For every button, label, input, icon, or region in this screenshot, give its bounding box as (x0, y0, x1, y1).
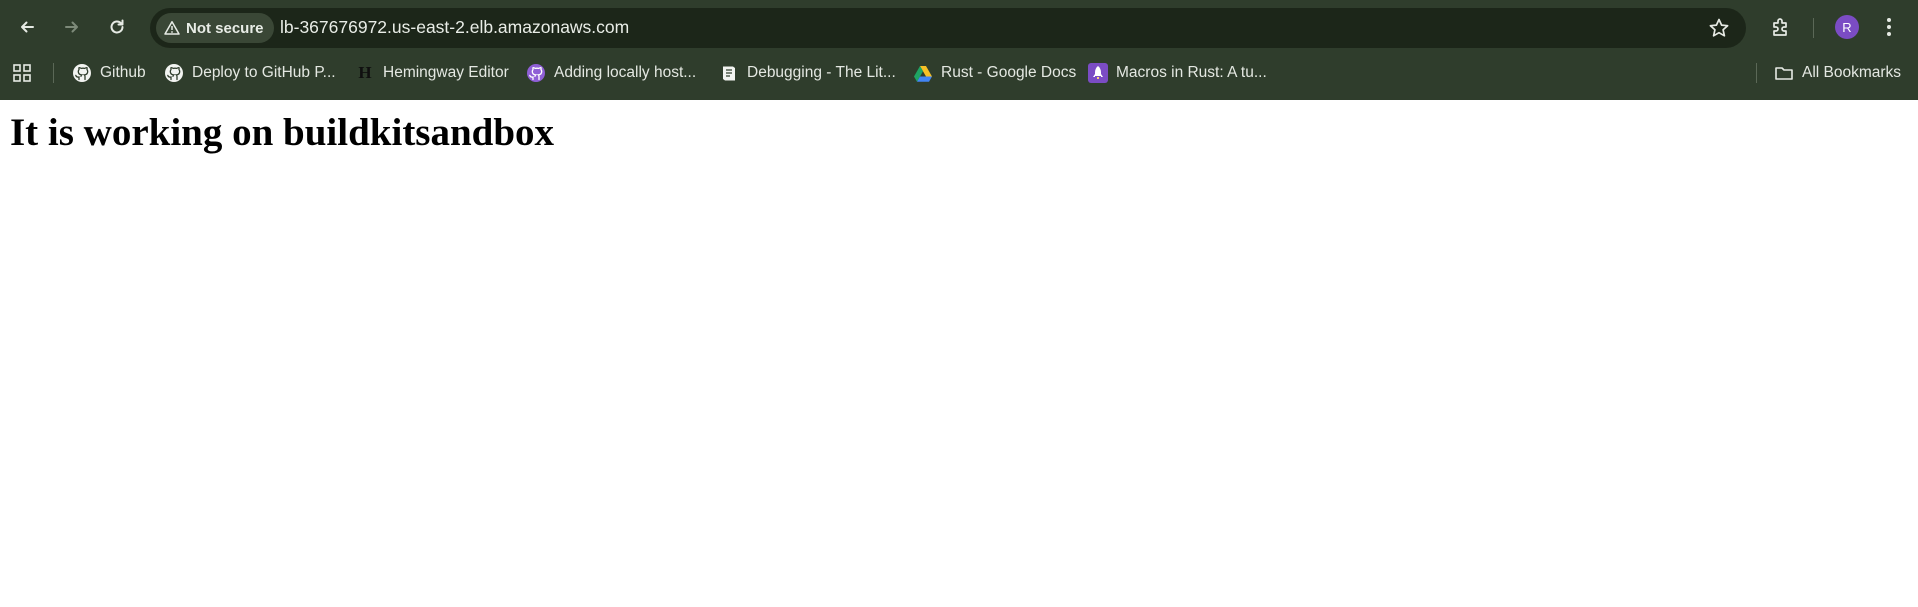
bookmark-label: Hemingway Editor (383, 64, 509, 81)
profile-button[interactable]: R (1830, 10, 1864, 44)
apps-button[interactable] (12, 59, 32, 87)
all-bookmarks-button[interactable]: All Bookmarks (1774, 59, 1901, 87)
rocket-icon (1088, 63, 1108, 83)
address-bar[interactable]: Not secure lb-367676972.us-east-2.elb.am… (150, 8, 1746, 48)
back-button[interactable] (10, 10, 44, 44)
apps-grid-icon (12, 63, 32, 83)
security-label: Not secure (186, 19, 264, 37)
google-drive-icon (913, 63, 933, 83)
extensions-button[interactable] (1764, 10, 1798, 44)
bookmarks-bar: Github Deploy to GitHub P... H Hemingway… (0, 55, 1918, 91)
bookmark-debugging-the-little-book[interactable]: Debugging - The Lit... (719, 59, 896, 87)
more-vert-icon (1887, 18, 1891, 36)
bookmark-deploy-to-github-pages[interactable]: Deploy to GitHub P... (164, 59, 336, 87)
bookmarks-divider-right (1756, 63, 1757, 83)
bookmarks-divider (53, 63, 54, 83)
forward-button[interactable] (55, 10, 89, 44)
bookmark-label: Debugging - The Lit... (747, 64, 896, 81)
all-bookmarks-label: All Bookmarks (1802, 64, 1902, 81)
hemingway-icon: H (355, 63, 375, 83)
bookmark-macros-in-rust[interactable]: Macros in Rust: A tu... (1088, 59, 1267, 87)
avatar: R (1835, 15, 1859, 39)
arrow-right-icon (65, 21, 78, 33)
github-icon (72, 63, 92, 83)
bookmark-github[interactable]: Github (72, 59, 146, 87)
toolbar-divider (1813, 18, 1814, 38)
security-chip[interactable]: Not secure (156, 13, 274, 43)
bookmark-label: Rust - Google Docs (941, 64, 1077, 81)
bookmark-star-button[interactable] (1708, 17, 1730, 44)
bookmark-label: Macros in Rust: A tu... (1116, 64, 1267, 81)
url-text[interactable]: lb-367676972.us-east-2.elb.amazonaws.com (280, 17, 629, 38)
menu-button[interactable] (1872, 10, 1906, 44)
browser-toolbar: Not secure lb-367676972.us-east-2.elb.am… (0, 0, 1918, 55)
browser-chrome: Not secure lb-367676972.us-east-2.elb.am… (0, 0, 1918, 100)
folder-icon (1774, 63, 1794, 83)
arrow-left-icon (21, 21, 34, 33)
warning-icon (164, 21, 180, 35)
book-icon (719, 63, 739, 83)
bookmark-label: Deploy to GitHub P... (192, 64, 336, 81)
bookmark-adding-locally-hosted[interactable]: Adding locally host... (526, 59, 696, 87)
reload-icon (110, 19, 124, 34)
github-icon (164, 63, 184, 83)
github-purple-icon (526, 63, 546, 83)
reload-button[interactable] (100, 10, 134, 44)
bookmark-label: Adding locally host... (554, 64, 697, 81)
bookmark-label: Github (100, 64, 146, 81)
star-icon (1709, 18, 1729, 37)
page-content: It is working on buildkitsandbox (0, 100, 1918, 607)
puzzle-icon (1773, 18, 1787, 36)
bookmark-rust-google-docs[interactable]: Rust - Google Docs (913, 59, 1076, 87)
page-heading: It is working on buildkitsandbox (10, 111, 555, 154)
bookmark-hemingway-editor[interactable]: H Hemingway Editor (355, 59, 509, 87)
